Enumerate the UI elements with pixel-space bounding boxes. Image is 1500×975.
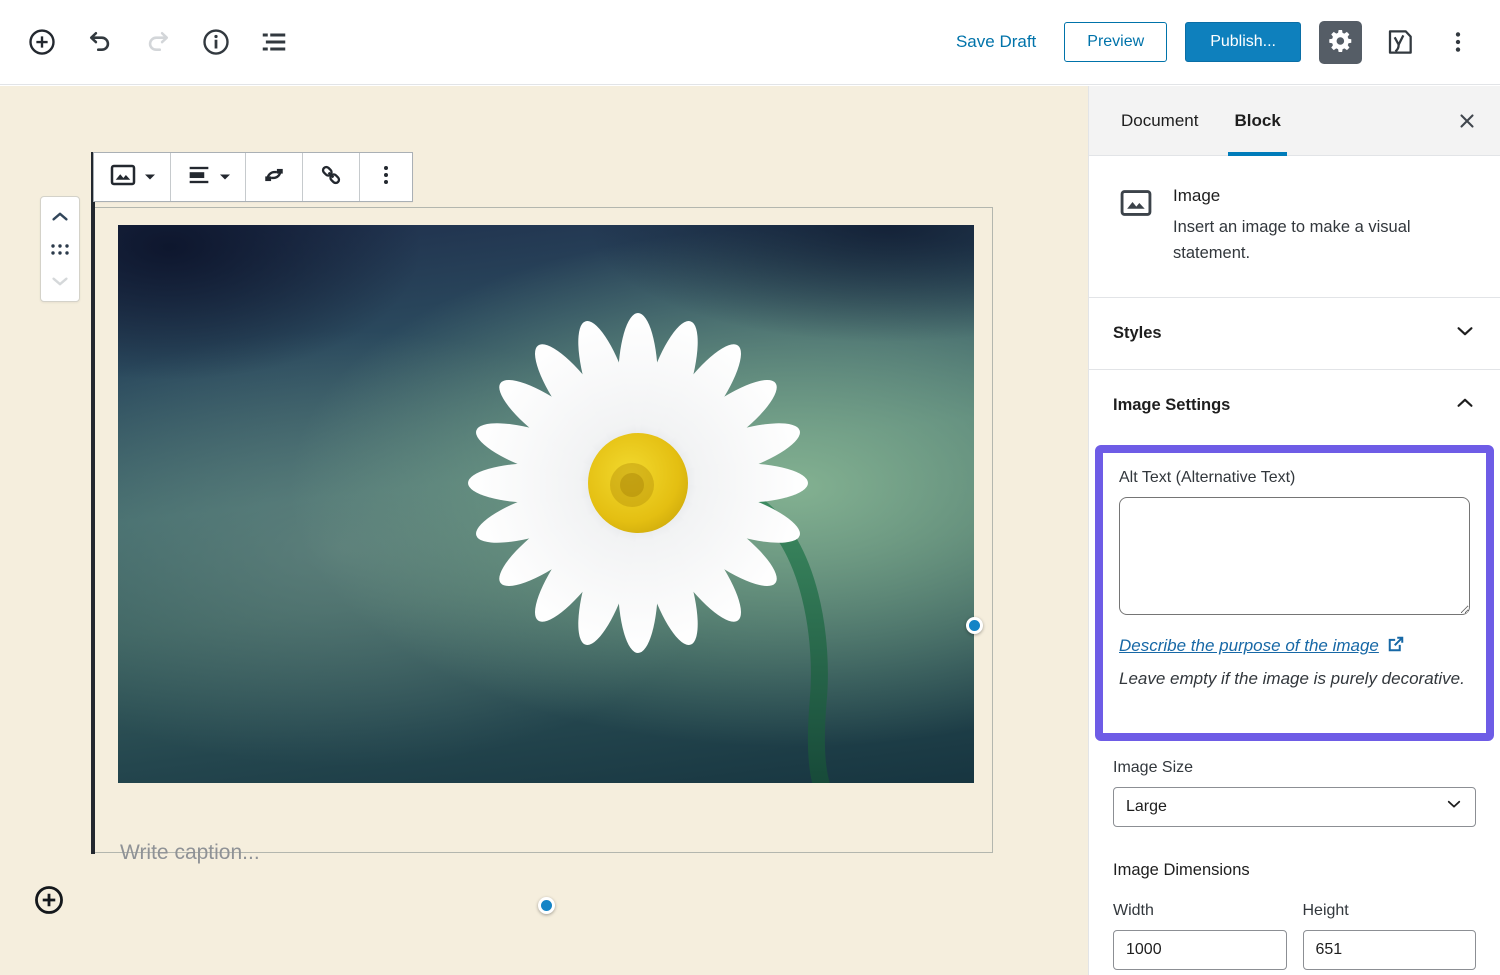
alt-text-label: Alt Text (Alternative Text) [1119, 469, 1470, 487]
ellipsis-vertical-icon [374, 163, 398, 192]
resize-handle-bottom[interactable] [538, 897, 555, 914]
close-sidebar-button[interactable] [1452, 106, 1482, 136]
image-dimensions-label: Image Dimensions [1113, 861, 1476, 880]
save-draft-button[interactable]: Save Draft [946, 24, 1046, 60]
link-button[interactable] [303, 153, 360, 201]
dropdown-caret-icon [144, 168, 156, 186]
block-navigation-button[interactable] [254, 22, 294, 62]
more-options-button[interactable] [1438, 22, 1478, 62]
tab-document[interactable]: Document [1103, 86, 1216, 156]
block-info-card: Image Insert an image to make a visual s… [1089, 156, 1500, 297]
block-more-options-button[interactable] [360, 153, 412, 201]
link-icon [317, 161, 345, 194]
append-block-button[interactable] [33, 884, 65, 916]
styles-panel-toggle[interactable]: Styles [1089, 297, 1500, 369]
height-input[interactable] [1303, 930, 1477, 970]
image-size-select[interactable]: Large [1113, 787, 1476, 827]
resize-handle-right[interactable] [966, 617, 983, 634]
image-settings-panel-title: Image Settings [1113, 396, 1230, 415]
publish-button[interactable]: Publish... [1185, 22, 1301, 62]
redo-icon [144, 28, 172, 56]
redo-button[interactable] [138, 22, 178, 62]
top-bar-left-tools [22, 22, 294, 62]
image-dimensions-fields: Width Height [1113, 902, 1476, 970]
caption-placeholder[interactable]: Write caption... [120, 841, 260, 865]
styles-panel-title: Styles [1113, 324, 1162, 343]
drag-dots-icon [50, 242, 70, 256]
selected-image-block[interactable]: Write caption... [93, 207, 993, 853]
yoast-seo-button[interactable] [1380, 22, 1420, 62]
sidebar-header: Document Block [1089, 86, 1500, 156]
width-input[interactable] [1113, 930, 1287, 970]
chevron-down-disabled-icon [49, 270, 71, 292]
tab-block[interactable]: Block [1216, 86, 1298, 156]
settings-button[interactable] [1319, 21, 1362, 64]
undo-icon [86, 28, 114, 56]
block-switcher-button[interactable] [94, 153, 171, 201]
block-mover [40, 196, 80, 302]
alt-text-help-link[interactable]: Describe the purpose of the image [1119, 636, 1379, 656]
alignment-icon [185, 161, 213, 194]
dropdown-caret-icon [219, 168, 231, 186]
chevron-down-icon [1445, 795, 1463, 818]
image-settings-panel-toggle[interactable]: Image Settings [1089, 369, 1500, 441]
plus-circle-icon [27, 27, 57, 57]
image-size-section: Image Size Large Image Dimensions Width … [1089, 741, 1500, 970]
alt-text-input[interactable] [1119, 497, 1470, 615]
replace-icon [260, 161, 288, 194]
image-size-label: Image Size [1113, 759, 1476, 777]
preview-button[interactable]: Preview [1064, 22, 1167, 62]
width-label: Width [1113, 902, 1287, 920]
content-structure-button[interactable] [196, 22, 236, 62]
move-block-up-button[interactable] [47, 204, 73, 230]
close-icon [1456, 110, 1478, 132]
top-bar-right-tools: Save Draft Preview Publish... [946, 21, 1478, 64]
chevron-down-icon [1454, 320, 1476, 347]
chevron-up-icon [49, 206, 71, 228]
image-block-icon [108, 160, 138, 195]
alignment-button[interactable] [171, 153, 246, 201]
undo-button[interactable] [80, 22, 120, 62]
external-link-icon [1386, 634, 1406, 659]
move-block-down-button[interactable] [47, 268, 73, 294]
selected-block-left-border [91, 152, 95, 854]
chevron-up-icon [1454, 392, 1476, 419]
block-card-description: Insert an image to make a visual stateme… [1173, 214, 1473, 267]
editor-canvas: This is a daisy [0, 86, 1088, 975]
block-card-title: Image [1173, 186, 1473, 206]
alt-text-highlight-box: Alt Text (Alternative Text) Describe the… [1095, 445, 1494, 741]
plus-circle-icon [33, 904, 65, 919]
image-block-toolbar [93, 152, 413, 202]
image-size-selected-value: Large [1126, 798, 1167, 816]
yoast-icon [1384, 26, 1416, 58]
inserter-button[interactable] [22, 22, 62, 62]
height-label: Height [1303, 902, 1477, 920]
list-view-icon [259, 27, 289, 57]
ellipsis-vertical-icon [1445, 29, 1471, 55]
info-circle-icon [201, 27, 231, 57]
image-block-icon [1117, 184, 1155, 267]
gear-icon [1328, 28, 1354, 57]
alt-text-help-text: Leave empty if the image is purely decor… [1119, 665, 1470, 693]
editor-top-bar: Save Draft Preview Publish... [0, 0, 1500, 85]
drag-handle[interactable] [47, 236, 73, 262]
settings-sidebar: Document Block Image Insert an image to … [1088, 86, 1500, 975]
replace-image-button[interactable] [246, 153, 303, 201]
daisy-image[interactable] [118, 225, 974, 783]
